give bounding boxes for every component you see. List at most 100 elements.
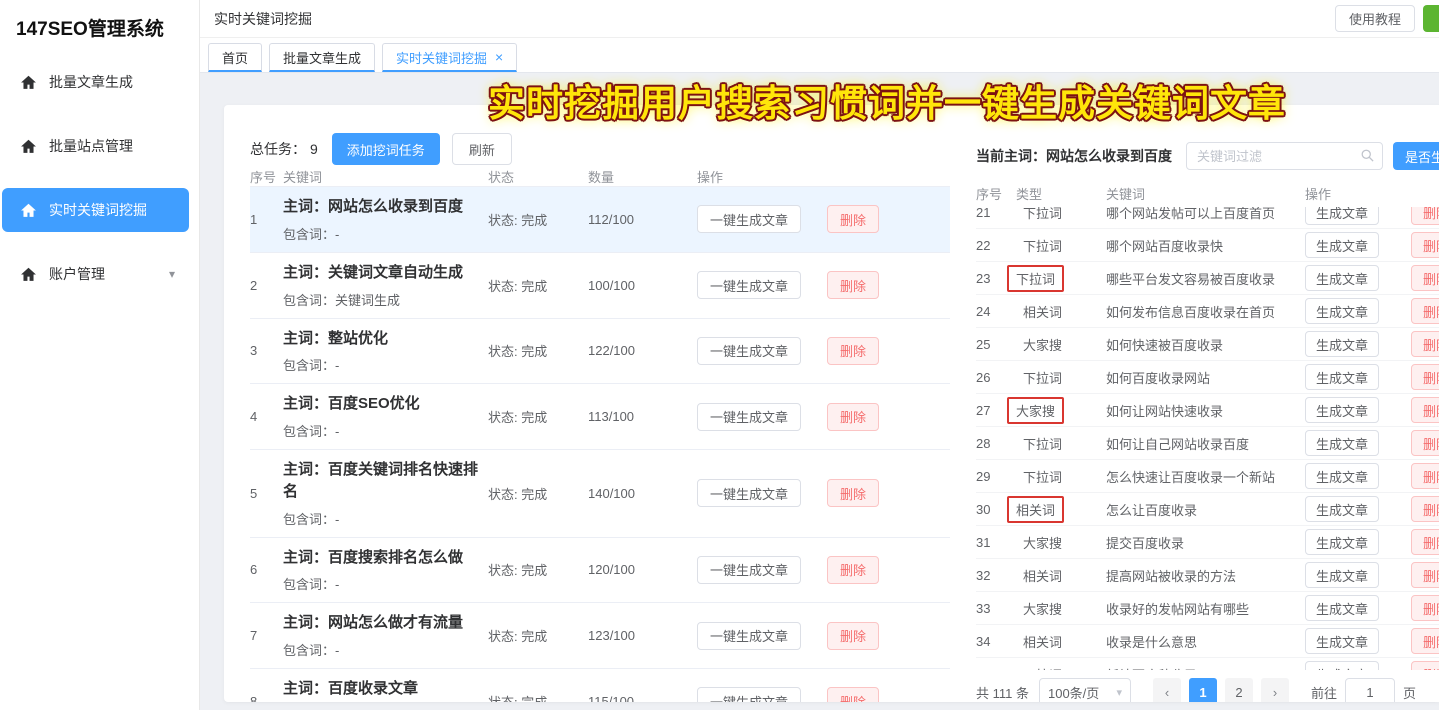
generate-article-button[interactable]: 生成文章 bbox=[1305, 562, 1379, 588]
column-header-type: 类型 bbox=[1016, 184, 1106, 203]
generate-article-button[interactable]: 生成文章 bbox=[1305, 397, 1379, 423]
page-size-select[interactable]: 100条/页 ▾ bbox=[1039, 678, 1131, 702]
delete-button[interactable]: 删除 bbox=[1411, 463, 1439, 489]
generate-article-button[interactable]: 生成文章 bbox=[1305, 496, 1379, 522]
app-root: 147SEO管理系统 批量文章生成 ▾ 批量站点管理 ▾ bbox=[0, 0, 1439, 710]
column-header-status: 状态 bbox=[488, 167, 588, 186]
table-row[interactable]: 4 主词：百度SEO优化 包含词：- 状态: 完成 113/100 一键生成文章… bbox=[250, 384, 950, 450]
keyword-actions: 生成文章 删除 bbox=[1305, 595, 1439, 621]
delete-button[interactable]: 删除 bbox=[1411, 529, 1439, 555]
delete-button[interactable]: 删除 bbox=[827, 479, 879, 507]
table-row[interactable]: 8 主词：百度收录文章 包含词：收录 状态: 完成 115/100 一键生成文章… bbox=[250, 669, 950, 702]
table-row[interactable]: 7 主词：网站怎么做才有流量 包含词：- 状态: 完成 123/100 一键生成… bbox=[250, 603, 950, 669]
close-icon[interactable]: × bbox=[495, 50, 503, 64]
sidebar-item[interactable]: 实时关键词挖掘 ▾ bbox=[2, 188, 189, 232]
keyword-text: 提高网站被收录的方法 bbox=[1106, 566, 1305, 585]
table-row[interactable]: 1 主词：网站怎么收录到百度 包含词：- 状态: 完成 112/100 一键生成… bbox=[250, 187, 950, 253]
column-header-keyword: 关键词 bbox=[1106, 184, 1305, 203]
table-row: 29 下拉词 怎么快速让百度收录一个新站 生成文章 删除 bbox=[976, 460, 1439, 493]
generate-article-button[interactable]: 生成文章 bbox=[1305, 463, 1379, 489]
sidebar-item[interactable]: 批量站点管理 ▾ bbox=[0, 124, 189, 168]
task-status: 状态: 完成 bbox=[488, 276, 588, 295]
generate-article-button[interactable]: 一键生成文章 bbox=[697, 271, 801, 299]
tab[interactable]: 首页 × bbox=[208, 43, 262, 72]
table-row[interactable]: 3 主词：整站优化 包含词：- 状态: 完成 122/100 一键生成文章 删除 bbox=[250, 319, 950, 385]
keyword-text: 如何百度收录网站 bbox=[1106, 368, 1305, 387]
next-page-button[interactable]: › bbox=[1261, 678, 1289, 702]
delete-button[interactable]: 删除 bbox=[827, 205, 879, 233]
sidebar-item-label: 批量站点管理 bbox=[49, 136, 133, 156]
generate-article-button[interactable]: 一键生成文章 bbox=[697, 479, 801, 507]
delete-button[interactable]: 删除 bbox=[1411, 595, 1439, 621]
corner-action-button[interactable] bbox=[1423, 5, 1439, 32]
prev-page-button[interactable]: ‹ bbox=[1153, 678, 1181, 702]
task-main-word: 主词：百度SEO优化 bbox=[283, 393, 482, 415]
table-row: 25 大家搜 如何快速被百度收录 生成文章 删除 bbox=[976, 328, 1439, 361]
table-row: 31 大家搜 提交百度收录 生成文章 删除 bbox=[976, 526, 1439, 559]
generate-article-button[interactable]: 生成文章 bbox=[1305, 207, 1379, 225]
home-icon bbox=[20, 266, 37, 283]
tab[interactable]: 实时关键词挖掘 × bbox=[382, 43, 517, 72]
generate-toggle-button[interactable]: 是否生成 bbox=[1393, 142, 1439, 170]
delete-button[interactable]: 删除 bbox=[827, 403, 879, 431]
keyword-actions: 生成文章 删除 bbox=[1305, 265, 1439, 291]
generate-article-button[interactable]: 生成文章 bbox=[1305, 529, 1379, 555]
delete-button[interactable]: 删除 bbox=[1411, 298, 1439, 324]
delete-button[interactable]: 删除 bbox=[1411, 562, 1439, 588]
tab[interactable]: 批量文章生成 × bbox=[269, 43, 375, 72]
generate-article-button[interactable]: 生成文章 bbox=[1305, 265, 1379, 291]
delete-button[interactable]: 删除 bbox=[1411, 430, 1439, 456]
generate-article-button[interactable]: 一键生成文章 bbox=[697, 205, 801, 233]
generate-article-button[interactable]: 一键生成文章 bbox=[697, 403, 801, 431]
keyword-type: 大家搜 bbox=[1007, 397, 1064, 424]
generate-article-button[interactable]: 生成文章 bbox=[1305, 595, 1379, 621]
generate-article-button[interactable]: 生成文章 bbox=[1305, 331, 1379, 357]
delete-button[interactable]: 删除 bbox=[827, 337, 879, 365]
delete-button[interactable]: 删除 bbox=[1411, 265, 1439, 291]
delete-button[interactable]: 删除 bbox=[827, 556, 879, 584]
delete-button[interactable]: 删除 bbox=[1411, 496, 1439, 522]
tutorial-button[interactable]: 使用教程 bbox=[1335, 5, 1415, 32]
task-count: 123/100 bbox=[588, 628, 685, 643]
generate-article-button[interactable]: 生成文章 bbox=[1305, 661, 1379, 670]
generate-article-button[interactable]: 一键生成文章 bbox=[697, 622, 801, 650]
generate-article-button[interactable]: 生成文章 bbox=[1305, 298, 1379, 324]
delete-button[interactable]: 删除 bbox=[1411, 661, 1439, 670]
delete-button[interactable]: 删除 bbox=[1411, 207, 1439, 225]
tasks-table-header: 序号 关键词 状态 数量 操作 bbox=[250, 167, 950, 187]
row-index: 28 bbox=[976, 436, 1016, 451]
page-number-button[interactable]: 2 bbox=[1225, 678, 1253, 702]
delete-button[interactable]: 删除 bbox=[827, 687, 879, 702]
delete-button[interactable]: 删除 bbox=[827, 271, 879, 299]
generate-article-button[interactable]: 一键生成文章 bbox=[697, 337, 801, 365]
generate-article-button[interactable]: 生成文章 bbox=[1305, 232, 1379, 258]
sidebar-item[interactable]: 批量文章生成 ▾ bbox=[0, 60, 189, 104]
table-row[interactable]: 2 主词：关键词文章自动生成 包含词：关键词生成 状态: 完成 100/100 … bbox=[250, 253, 950, 319]
sidebar-item[interactable]: 账户管理 ▾ bbox=[0, 252, 189, 296]
generate-article-button[interactable]: 一键生成文章 bbox=[697, 556, 801, 584]
delete-button[interactable]: 删除 bbox=[1411, 397, 1439, 423]
add-task-button[interactable]: 添加挖词任务 bbox=[332, 133, 440, 165]
task-keyword-cell: 主词：网站怎么做才有流量 包含词：- bbox=[283, 612, 488, 659]
page-number-button[interactable]: 1 bbox=[1189, 678, 1217, 702]
delete-button[interactable]: 删除 bbox=[1411, 364, 1439, 390]
table-row[interactable]: 5 主词：百度关键词排名快速排名 包含词：- 状态: 完成 140/100 一键… bbox=[250, 450, 950, 538]
generate-article-button[interactable]: 生成文章 bbox=[1305, 364, 1379, 390]
generate-article-button[interactable]: 生成文章 bbox=[1305, 430, 1379, 456]
delete-button[interactable]: 删除 bbox=[1411, 331, 1439, 357]
table-row[interactable]: 6 主词：百度搜索排名怎么做 包含词：- 状态: 完成 120/100 一键生成… bbox=[250, 538, 950, 604]
goto-page-input[interactable] bbox=[1345, 678, 1395, 702]
delete-button[interactable]: 删除 bbox=[827, 622, 879, 650]
tasks-panel: 总任务：9 添加挖词任务 刷新 序号 关键词 状态 数量 操作 bbox=[224, 105, 960, 702]
generate-article-button[interactable]: 一键生成文章 bbox=[697, 687, 801, 702]
delete-button[interactable]: 删除 bbox=[1411, 628, 1439, 654]
generate-article-button[interactable]: 生成文章 bbox=[1305, 628, 1379, 654]
task-actions: 一键生成文章 删除 bbox=[685, 556, 950, 584]
keyword-text: 提交百度收录 bbox=[1106, 533, 1305, 552]
refresh-button[interactable]: 刷新 bbox=[452, 133, 512, 165]
delete-button[interactable]: 删除 bbox=[1411, 232, 1439, 258]
keyword-actions: 生成文章 删除 bbox=[1305, 298, 1439, 324]
keyword-filter-input[interactable] bbox=[1186, 142, 1383, 170]
task-included-words: 包含词：- bbox=[283, 574, 482, 593]
page-title: 实时关键词挖掘 bbox=[214, 9, 312, 29]
